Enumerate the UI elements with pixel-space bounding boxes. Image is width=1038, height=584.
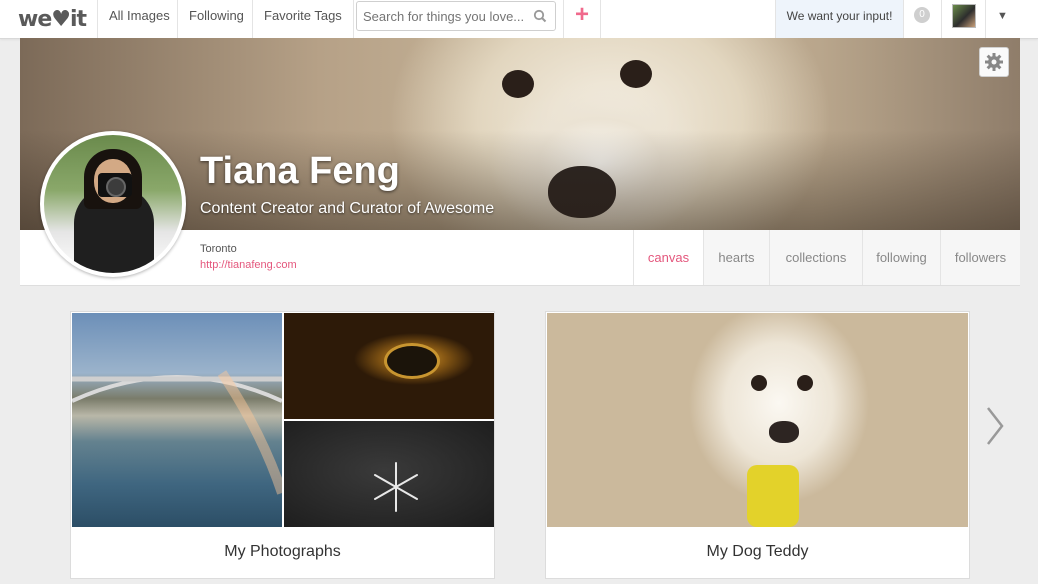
profile-tabs: canvas hearts collections following foll… [633,230,1020,285]
photo-thumb-turtle-eye [284,313,494,419]
turtle-eye [384,343,440,379]
cover-dog-eye-left [502,70,534,98]
collection-card-my-photographs[interactable]: My Photographs [70,311,495,579]
chevron-right-icon[interactable] [982,404,1006,448]
profile-avatar[interactable] [40,131,186,277]
profile-tagline: Content Creator and Curator of Awesome [200,200,495,217]
dog-eye-left [751,375,767,391]
chevron-down-icon: ▼ [997,10,1008,22]
tab-followers[interactable]: followers [940,230,1020,285]
search-icon[interactable] [533,9,547,23]
tab-canvas[interactable]: canvas [633,230,703,285]
profile-website-link[interactable]: http://tianafeng.com [200,259,297,271]
profile-settings-button[interactable] [979,47,1009,77]
tab-collections[interactable]: collections [769,230,862,285]
feedback-button[interactable]: We want your input! [775,0,903,38]
weheartit-logo[interactable]: we♥it [18,4,87,34]
profile-photo [44,135,182,273]
dog-eye-right [797,375,813,391]
dog-nose [769,421,799,443]
plus-icon: + [574,1,589,28]
notifications-button[interactable]: 0 [903,0,941,38]
search-box [356,1,556,31]
user-avatar-button[interactable] [941,0,985,38]
nav-all-images[interactable]: All Images [97,0,181,38]
cover-dog-eye-right [620,60,652,88]
nav-following[interactable]: Following [177,0,255,38]
avatar [952,4,976,28]
profile-location: Toronto [200,243,237,255]
tab-hearts[interactable]: hearts [703,230,769,285]
collection-title: My Photographs [224,543,341,560]
tab-following[interactable]: following [862,230,940,285]
notification-count-badge: 0 [914,7,930,23]
photo-thumb-bridge-river [72,313,282,527]
add-image-button[interactable]: + [563,0,601,38]
account-menu-button[interactable]: ▼ [985,0,1019,38]
gear-icon [985,53,1003,71]
yellow-rope-toy [747,465,799,527]
photo-thumb-teddy-dog [547,313,968,527]
search-input[interactable] [363,7,531,25]
logo-text: we♥it [18,6,87,32]
photo-thumb-snowflake [284,421,494,527]
collection-title: My Dog Teddy [706,543,809,560]
top-navigation-bar: we♥it All Images Following Favorite Tags… [0,0,1038,39]
profile-name: Tiana Feng [200,150,400,192]
snowflake-icon [374,462,418,512]
nav-favorite-tags[interactable]: Favorite Tags [252,0,354,38]
collection-card-my-dog-teddy[interactable]: My Dog Teddy [545,311,970,579]
avatar-figure-lens [106,177,126,197]
bridge-arch-illustration [72,370,282,495]
